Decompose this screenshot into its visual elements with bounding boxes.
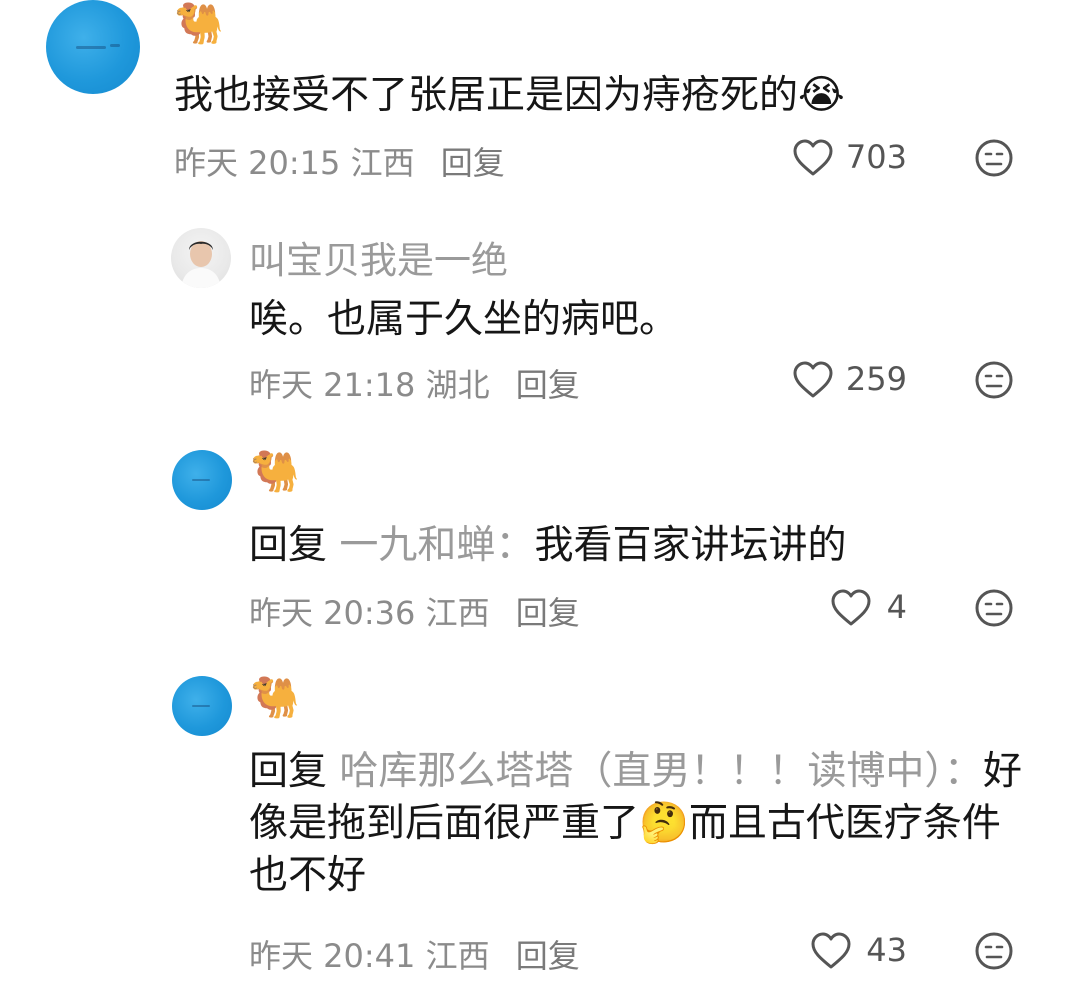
reply-to-username[interactable]: 一九和蝉 xyxy=(339,523,495,568)
crying-emoji: 😭 xyxy=(798,72,845,118)
like-count: 703 xyxy=(845,138,907,176)
neutral-face-icon[interactable] xyxy=(974,931,1014,971)
reply-button[interactable]: 回复 xyxy=(441,144,505,182)
neutral-face-icon[interactable] xyxy=(974,138,1014,178)
like-count: 4 xyxy=(886,588,907,626)
avatar[interactable] xyxy=(46,0,140,94)
comment-meta: 昨天 20:41 江西 回复 xyxy=(249,931,580,977)
comment-meta: 昨天 21:18 湖北 回复 xyxy=(249,360,580,406)
timestamp: 昨天 20:15 xyxy=(174,144,341,182)
neutral-face-icon[interactable] xyxy=(974,360,1014,400)
timestamp: 昨天 21:18 xyxy=(249,366,416,404)
comment-meta: 昨天 20:36 江西 回复 xyxy=(249,588,580,634)
location: 江西 xyxy=(350,144,415,182)
timestamp: 昨天 20:36 xyxy=(249,594,416,632)
neutral-face-icon[interactable] xyxy=(974,588,1014,628)
reply-prefix: 回复 xyxy=(249,749,328,794)
reply-button[interactable]: 回复 xyxy=(516,937,580,975)
like-count: 43 xyxy=(866,931,907,969)
thinking-emoji: 🤔 xyxy=(639,800,689,846)
location: 江西 xyxy=(425,937,490,975)
comment-meta: 昨天 20:15 江西 回复 xyxy=(174,138,505,184)
location: 湖北 xyxy=(425,366,490,404)
like-count: 259 xyxy=(845,360,907,398)
avatar[interactable] xyxy=(171,228,231,288)
location: 江西 xyxy=(425,594,490,632)
avatar[interactable] xyxy=(172,676,232,736)
username-emoji[interactable]: 🐫 xyxy=(250,678,300,718)
reply-to-username[interactable]: 哈库那么塔塔（直男！！！读博中） xyxy=(339,749,944,794)
reply-button[interactable]: 回复 xyxy=(516,366,580,404)
username-emoji[interactable]: 🐫 xyxy=(174,4,224,44)
comment-text: 唉。也属于久坐的病吧。 xyxy=(249,297,679,342)
timestamp: 昨天 20:41 xyxy=(249,937,416,975)
comment-text: 回复 哈库那么塔塔（直男！！！读博中）：好像是拖到后面很严重了🤔而且古代医疗条件… xyxy=(249,749,1022,898)
heart-outline-icon[interactable] xyxy=(792,360,834,400)
comment-text: 我也接受不了张居正是因为痔疮死的😭 xyxy=(174,72,845,118)
heart-outline-icon[interactable] xyxy=(792,138,834,178)
reply-prefix: 回复 xyxy=(249,523,328,568)
username[interactable]: 叫宝贝我是一绝 xyxy=(249,230,508,284)
avatar[interactable] xyxy=(172,450,232,510)
reply-button[interactable]: 回复 xyxy=(516,594,580,632)
comment-text: 回复 一九和蝉：我看百家讲坛讲的 xyxy=(249,523,847,568)
username-emoji[interactable]: 🐫 xyxy=(250,452,300,492)
